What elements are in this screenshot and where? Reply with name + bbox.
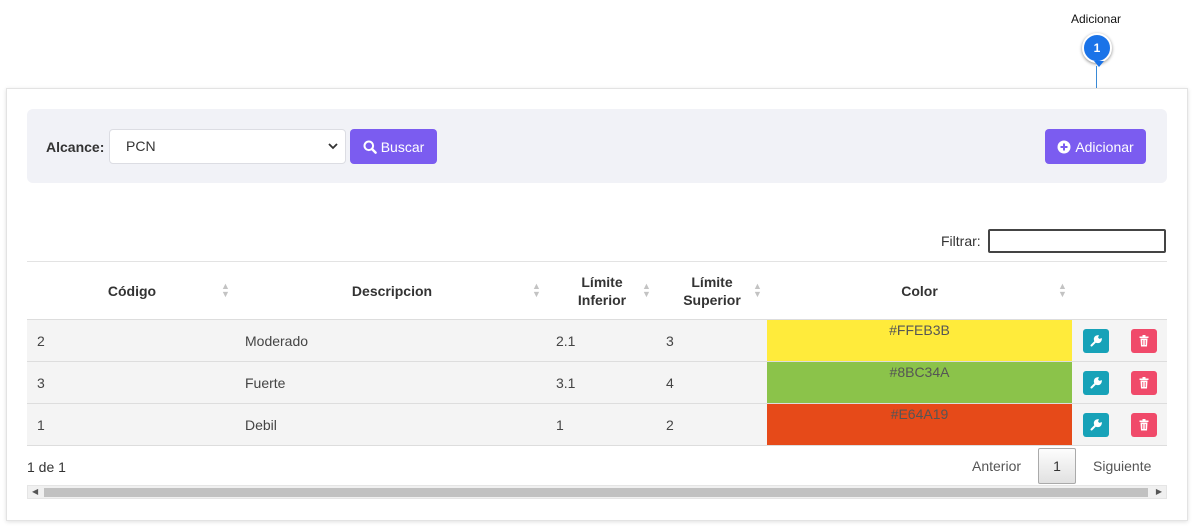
table-row: 3 Fuerte 3.1 4 #8BC34A [27, 362, 1167, 404]
cell-code: 1 [37, 417, 45, 433]
cell-upper-limit: 3 [666, 333, 674, 349]
search-icon [363, 140, 377, 154]
cell-upper-limit: 2 [666, 417, 674, 433]
cell-code: 2 [37, 333, 45, 349]
table-row: 2 Moderado 2.1 3 #FFEB3B [27, 320, 1167, 362]
pagination-next[interactable]: Siguiente [1093, 458, 1151, 474]
page: Adicionar 1 Alcance: PCN Buscar Adiciona… [0, 0, 1195, 529]
wrench-icon [1090, 419, 1102, 431]
edit-button[interactable] [1083, 371, 1109, 395]
ranges-table: Código ▲ ▼ Descripcion ▲ ▼ Límite Inferior… [27, 261, 1167, 446]
pagination-previous[interactable]: Anterior [972, 458, 1021, 474]
search-toolbar: Alcance: PCN Buscar Adicionar [27, 109, 1167, 183]
search-button-label: Buscar [380, 138, 425, 155]
delete-button[interactable] [1131, 371, 1157, 395]
cell-color: #FFEB3B [767, 320, 1072, 361]
cell-color: #E64A19 [767, 404, 1072, 445]
search-button[interactable]: Buscar [350, 129, 437, 164]
table-header: Código ▲ ▼ Descripcion ▲ ▼ Límite Inferior… [27, 262, 1167, 320]
cell-lower-limit: 2.1 [556, 333, 576, 349]
callout-badge: 1 [1082, 33, 1112, 67]
add-button[interactable]: Adicionar [1045, 129, 1146, 164]
chevron-down-icon [327, 130, 339, 176]
callout-label: Adicionar [1070, 12, 1122, 26]
add-button-label: Adicionar [1075, 138, 1134, 155]
header-upper-limit[interactable]: Límite Superior [657, 262, 767, 320]
cell-code: 3 [37, 375, 45, 391]
scroll-left-arrow-icon[interactable]: ◀ [32, 486, 38, 498]
edit-button[interactable] [1083, 413, 1109, 437]
table-row: 1 Debil 1 2 #E64A19 [27, 404, 1167, 446]
cell-lower-limit: 3.1 [556, 375, 576, 391]
sort-icon: ▲ ▼ [642, 281, 651, 299]
header-color[interactable]: Color [767, 262, 1072, 320]
sort-icon: ▲ ▼ [753, 281, 762, 299]
scope-select-value: PCN [126, 138, 156, 154]
cell-upper-limit: 4 [666, 375, 674, 391]
scroll-right-arrow-icon[interactable]: ▶ [1156, 486, 1162, 498]
filter-input[interactable] [988, 229, 1166, 253]
cell-description: Debil [245, 417, 277, 433]
header-lower-limit[interactable]: Límite Inferior [547, 262, 657, 320]
scope-label: Alcance: [46, 139, 105, 155]
trash-icon [1139, 419, 1149, 431]
cell-description: Moderado [245, 333, 309, 349]
header-description[interactable]: Descripcion [237, 262, 547, 320]
delete-button[interactable] [1131, 413, 1157, 437]
header-code[interactable]: Código [27, 262, 237, 320]
scrollbar-thumb[interactable] [44, 488, 1148, 497]
pagination-page-1[interactable]: 1 [1038, 448, 1076, 484]
scope-select[interactable]: PCN [109, 129, 346, 164]
cell-color: #8BC34A [767, 362, 1072, 403]
sort-icon: ▲ ▼ [1058, 281, 1067, 299]
delete-button[interactable] [1131, 329, 1157, 353]
horizontal-scrollbar[interactable]: ◀ ▶ [27, 485, 1167, 499]
pagination-info: 1 de 1 [27, 459, 66, 475]
plus-circle-icon [1057, 140, 1071, 154]
wrench-icon [1090, 335, 1102, 347]
trash-icon [1139, 335, 1149, 347]
main-card: Alcance: PCN Buscar Adicionar Filtrar: C… [6, 88, 1188, 521]
cell-lower-limit: 1 [556, 417, 564, 433]
wrench-icon [1090, 377, 1102, 389]
edit-button[interactable] [1083, 329, 1109, 353]
cell-description: Fuerte [245, 375, 286, 391]
trash-icon [1139, 377, 1149, 389]
sort-icon: ▲ ▼ [532, 281, 541, 299]
filter-label: Filtrar: [941, 233, 981, 249]
sort-icon: ▲ ▼ [221, 281, 230, 299]
